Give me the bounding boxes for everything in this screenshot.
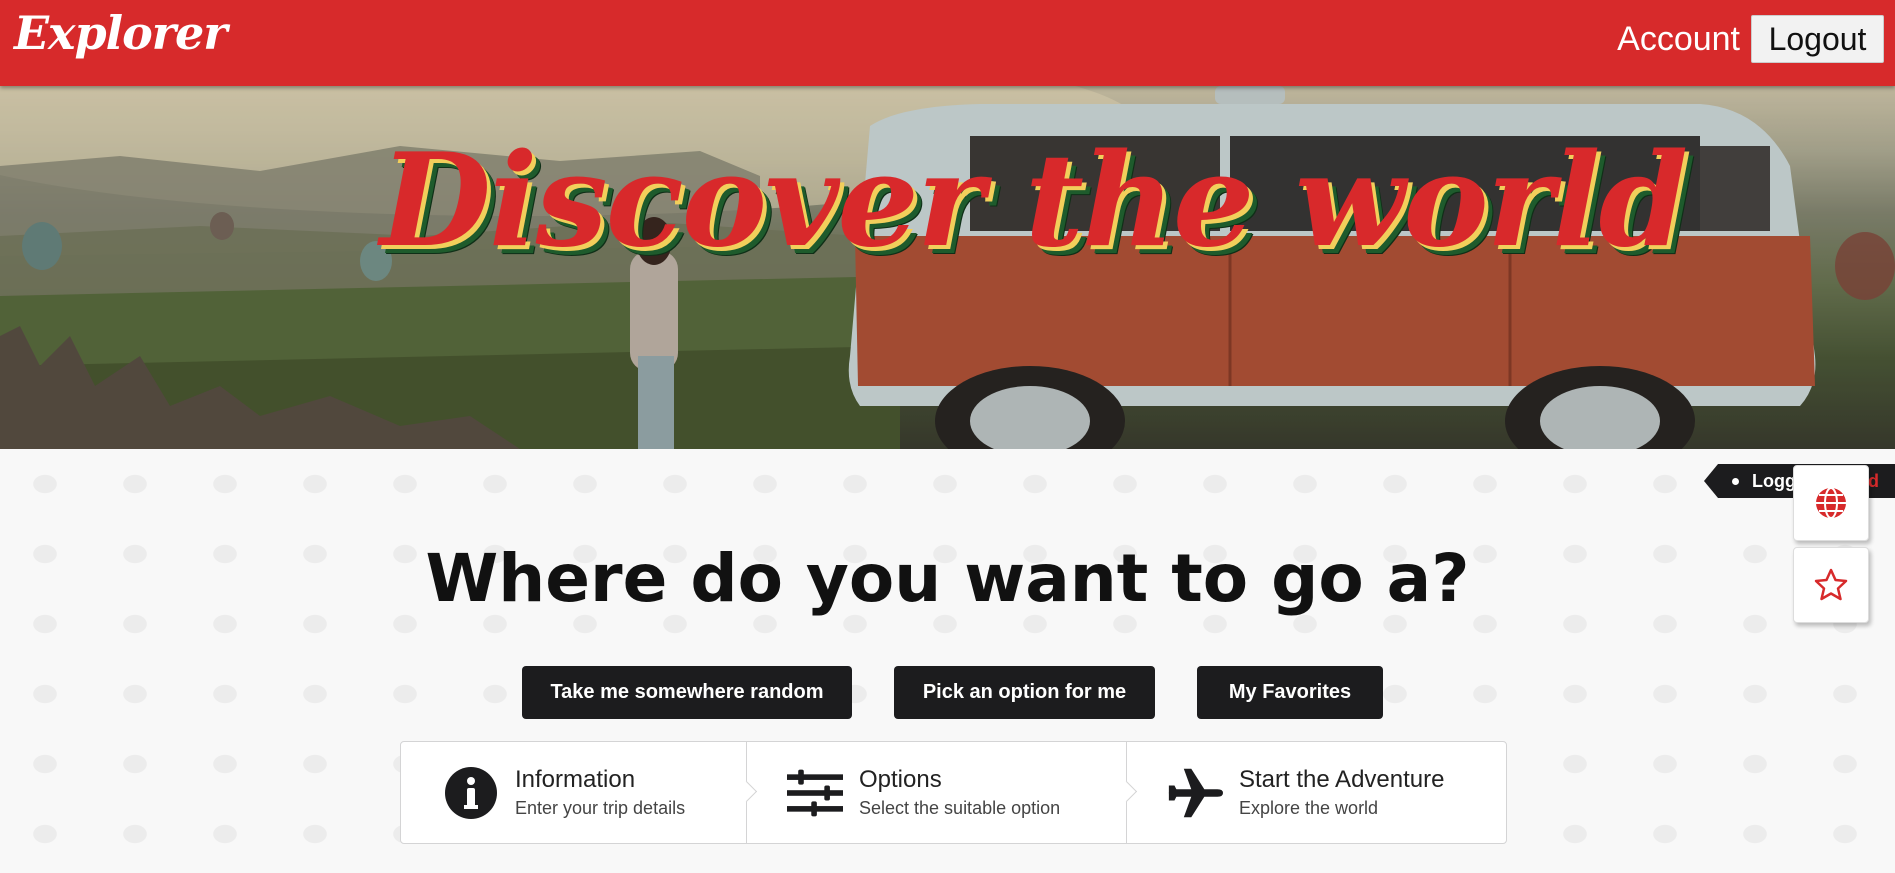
top-navbar: Explorer Account Logout	[0, 0, 1895, 86]
step-description: Select the suitable option	[859, 798, 1061, 818]
page-heading: Where do you want to go a?	[425, 540, 1470, 617]
hero-title: Discover the world	[380, 126, 1688, 276]
language-globe-button[interactable]	[1793, 465, 1869, 541]
step-information[interactable]: Information Enter your trip details	[401, 742, 758, 843]
airplane-icon	[1168, 768, 1223, 817]
account-link[interactable]: Account	[1617, 20, 1740, 59]
status-text: Logg	[1752, 470, 1796, 491]
globe-icon	[1816, 487, 1846, 519]
my-favorites-button[interactable]: My Favorites	[1197, 666, 1383, 719]
sliders-icon	[787, 769, 843, 816]
random-destination-button[interactable]: Take me somewhere random	[522, 666, 852, 719]
step-title: Options	[859, 766, 942, 793]
status-dot	[1732, 478, 1739, 485]
logout-button[interactable]: Logout	[1751, 15, 1884, 63]
info-circle-icon	[445, 766, 497, 819]
step-description: Enter your trip details	[515, 798, 686, 818]
steps-bar: Information Enter your trip details Opti…	[400, 741, 1507, 844]
star-icon	[1814, 568, 1848, 601]
step-options[interactable]: Options Select the suitable option	[746, 742, 1138, 843]
favorite-star-button[interactable]	[1793, 547, 1869, 623]
step-start-adventure-text: Start the Adventure Explore the world	[1239, 766, 1444, 819]
step-description: Explore the world	[1239, 798, 1379, 818]
pick-option-button[interactable]: Pick an option for me	[894, 666, 1155, 719]
logo[interactable]: Explorer	[14, 6, 228, 60]
step-information-text: Information Enter your trip details	[515, 766, 685, 819]
hero-banner: Discover the world	[0, 86, 1895, 449]
step-start-adventure[interactable]: Start the Adventure Explore the world	[1126, 742, 1506, 843]
status-text-end: d	[1868, 470, 1879, 491]
step-options-text: Options Select the suitable option	[859, 766, 1060, 819]
step-title: Start the Adventure	[1239, 766, 1445, 793]
step-title: Information	[515, 766, 636, 793]
